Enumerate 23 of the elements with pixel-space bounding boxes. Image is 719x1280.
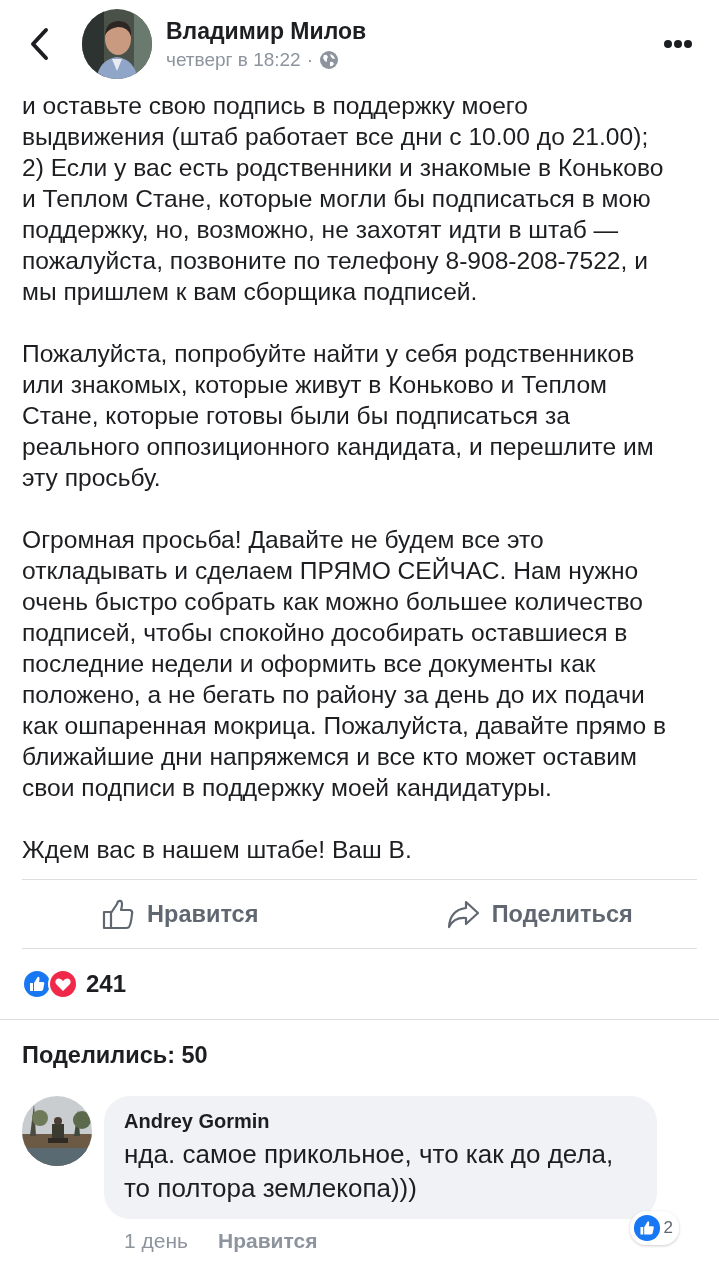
comment-reactions[interactable]: 2 (629, 1211, 679, 1245)
separator-dot: · (306, 48, 313, 71)
thumbs-up-icon (101, 898, 136, 930)
more-icon[interactable] (663, 39, 693, 49)
shares-count[interactable]: Поделились: 50 (0, 1020, 719, 1094)
post-paragraph: Огромная просьба! Давайте не будем все это откладывать и сделаем ПРЯМО СЕЙЧАС. Нам нужно очень быстро собрать как можно большее количество подписей, чтобы спокойно дособирать оставшиеся в последние недели и оформить все документы как положено, а не бегать по району за день до их подачи как ошпаренная мокрица. Пожалуйста, давайте прямо в ближайшие дни напряжемся и все кто может оставим свои подписи в поддержку моей кандидатуры. (22, 525, 667, 803)
back-icon[interactable] (28, 27, 50, 61)
share-arrow-icon (445, 898, 480, 930)
author-name[interactable]: Владимир Милов (166, 17, 663, 45)
love-reaction-icon (48, 969, 78, 999)
globe-icon (319, 49, 339, 70)
post-time: четверг в 18:22 (166, 48, 301, 71)
comment-time: 1 день (124, 1229, 188, 1253)
like-button[interactable]: Нравится (0, 880, 360, 948)
comment-author[interactable]: Andrey Gormin (124, 1110, 637, 1133)
share-button[interactable]: Поделиться (359, 880, 719, 948)
like-count: 2 (663, 1218, 673, 1238)
like-reaction-icon (632, 1214, 661, 1242)
reaction-count[interactable]: 241 (86, 970, 127, 998)
comment-text: нда. самое прикольное, что как до дела, то полтора землекопа))) (124, 1138, 615, 1205)
post-paragraph: Ждем вас в нашем штабе! Ваш В. (22, 835, 413, 865)
post-paragraph: и оставьте свою подпись в поддержку моего выдвижения (штаб работает все дни с 10.00 до 21.00); 2) Если у вас есть родственники и знакомые в Коньково и Теплом Стане, которые могли бы подписаться в мою поддержку, но, возможно, не захотят идти в штаб — пожалуйста, позвоните по телефону 8-908-208-7522, и мы пришлем к вам сборщика подписей. (22, 91, 665, 307)
post-paragraph: Пожалуйста, попробуйте найти у себя родственников или знакомых, которые живут в Коньково и Теплом Стане, которые готовы были бы подписаться за реального оппозиционного кандидата, и перешлите им эту просьбу. (22, 339, 655, 493)
